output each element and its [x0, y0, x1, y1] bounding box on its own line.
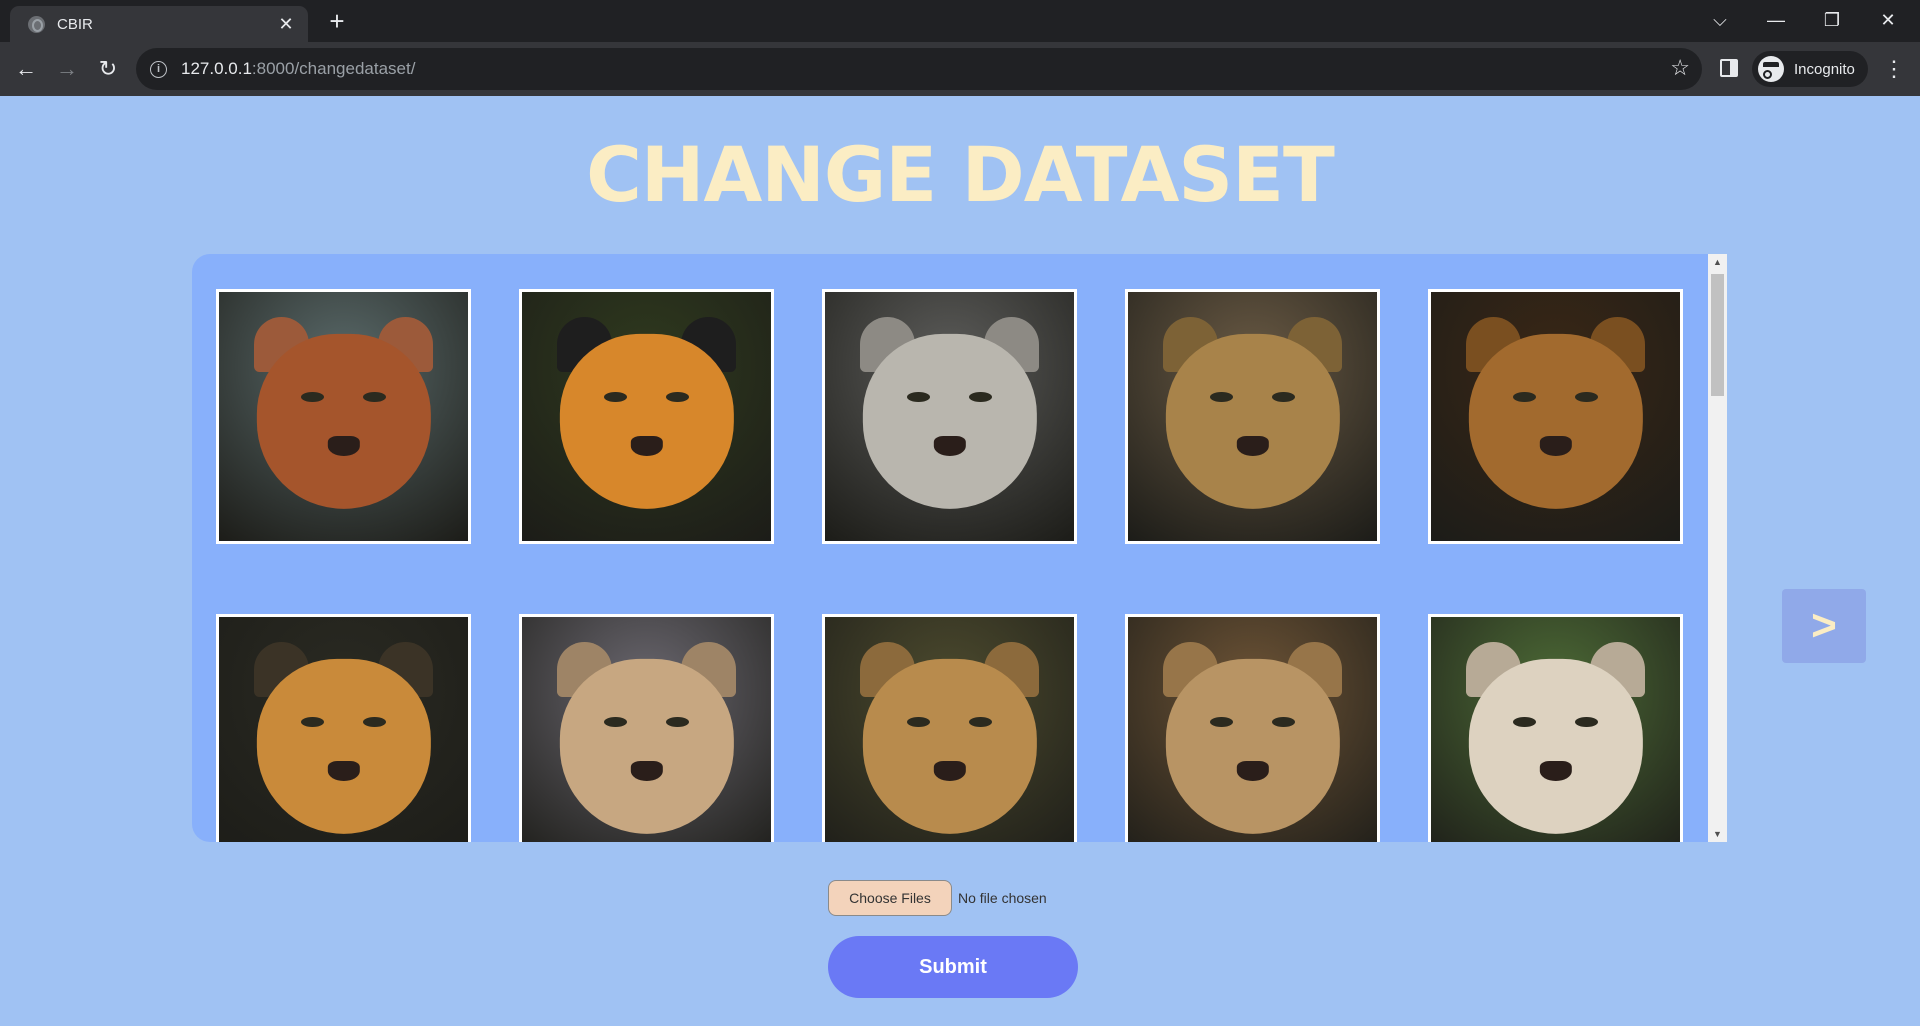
animal-nose	[630, 436, 663, 457]
cheetah-cub-image[interactable]	[822, 614, 1077, 842]
animal-nose	[1539, 436, 1572, 457]
maned-wolf-image[interactable]	[216, 289, 471, 544]
animal-nose	[327, 761, 360, 782]
url-text: 127.0.0.1:8000/changedataset/	[181, 59, 415, 79]
minimize-button[interactable]: —	[1748, 0, 1804, 40]
animal-eye	[1575, 391, 1598, 402]
siberian-tiger-image[interactable]	[216, 614, 471, 842]
animal-eye	[1272, 391, 1295, 402]
lion-image[interactable]	[1428, 289, 1683, 544]
browser-tab[interactable]: CBIR ✕	[10, 6, 308, 42]
scroll-down-arrow-icon[interactable]: ▼	[1708, 826, 1727, 842]
url-host: 127.0.0.1	[181, 59, 252, 78]
animal-eye	[1513, 391, 1536, 402]
site-info-icon[interactable]: i	[150, 60, 167, 78]
side-panel-icon[interactable]	[1720, 59, 1738, 77]
close-tab-icon[interactable]: ✕	[276, 14, 296, 35]
animal-face	[1468, 659, 1643, 834]
browser-menu-icon[interactable]: ⋮	[1882, 55, 1906, 83]
animal-eye	[969, 716, 992, 727]
globe-icon	[28, 15, 45, 33]
lioness-image[interactable]	[1125, 614, 1380, 842]
animal-face	[862, 334, 1037, 509]
forward-button[interactable]: →	[51, 53, 83, 85]
animal-eye	[666, 391, 689, 402]
bookmark-star-icon[interactable]: ☆	[1670, 55, 1690, 81]
animal-nose	[1539, 761, 1572, 782]
gallery-scrollbar[interactable]: ▲ ▼	[1708, 254, 1727, 842]
file-status-text: No file chosen	[958, 890, 1047, 906]
animal-nose	[933, 761, 966, 782]
animal-nose	[327, 436, 360, 457]
tab-search-icon[interactable]: ⌵	[1692, 0, 1748, 40]
reload-button[interactable]: ↻	[92, 53, 124, 85]
file-upload: Choose Files No file chosen	[828, 880, 1047, 916]
animal-eye	[363, 391, 386, 402]
animal-eye	[666, 716, 689, 727]
animal-eye	[604, 716, 627, 727]
page-title: CHANGE DATASET	[586, 130, 1335, 219]
cheetah-image[interactable]	[519, 614, 774, 842]
choose-files-button[interactable]: Choose Files	[828, 880, 952, 916]
animal-eye	[1513, 716, 1536, 727]
tiger-image[interactable]	[519, 289, 774, 544]
next-page-button[interactable]: >	[1782, 589, 1866, 663]
close-window-button[interactable]: ✕	[1860, 0, 1916, 40]
animal-eye	[1575, 716, 1598, 727]
submit-button[interactable]: Submit	[828, 936, 1078, 998]
animal-eye	[1210, 716, 1233, 727]
animal-face	[256, 659, 431, 834]
address-bar[interactable]: i 127.0.0.1:8000/changedataset/ ☆	[136, 48, 1702, 90]
animal-face	[1468, 334, 1643, 509]
animal-face	[862, 659, 1037, 834]
restore-button[interactable]: ❐	[1804, 0, 1860, 40]
animal-eye	[301, 391, 324, 402]
snow-leopard-image[interactable]	[822, 289, 1077, 544]
animal-eye	[969, 391, 992, 402]
animal-nose	[630, 761, 663, 782]
tab-title: CBIR	[57, 15, 93, 33]
animal-face	[1165, 659, 1340, 834]
animal-eye	[301, 716, 324, 727]
animal-eye	[604, 391, 627, 402]
browser-tab-bar: CBIR ✕ + ⌵ — ❐ ✕	[0, 0, 1920, 42]
animal-nose	[933, 436, 966, 457]
animal-eye	[1272, 716, 1295, 727]
image-grid	[216, 289, 1683, 842]
scroll-thumb[interactable]	[1711, 274, 1724, 396]
scroll-up-arrow-icon[interactable]: ▲	[1708, 254, 1727, 270]
incognito-icon	[1758, 56, 1784, 82]
animal-eye	[1210, 391, 1233, 402]
url-path: :8000/changedataset/	[251, 59, 416, 78]
animal-face	[1165, 334, 1340, 509]
browser-toolbar: ← → ↻ i 127.0.0.1:8000/changedataset/ ☆ …	[0, 42, 1920, 96]
animal-nose	[1236, 761, 1269, 782]
jaguar-image[interactable]	[1125, 289, 1380, 544]
animal-face	[559, 659, 734, 834]
animal-nose	[1236, 436, 1269, 457]
incognito-badge[interactable]: Incognito	[1752, 51, 1868, 87]
animal-face	[256, 334, 431, 509]
animal-eye	[907, 391, 930, 402]
new-tab-button[interactable]: +	[322, 6, 352, 36]
back-button[interactable]: ←	[10, 53, 42, 85]
white-tiger-image[interactable]	[1428, 614, 1683, 842]
animal-eye	[907, 716, 930, 727]
animal-eye	[363, 716, 386, 727]
incognito-label: Incognito	[1794, 60, 1855, 78]
image-gallery[interactable]	[192, 254, 1727, 842]
animal-face	[559, 334, 734, 509]
